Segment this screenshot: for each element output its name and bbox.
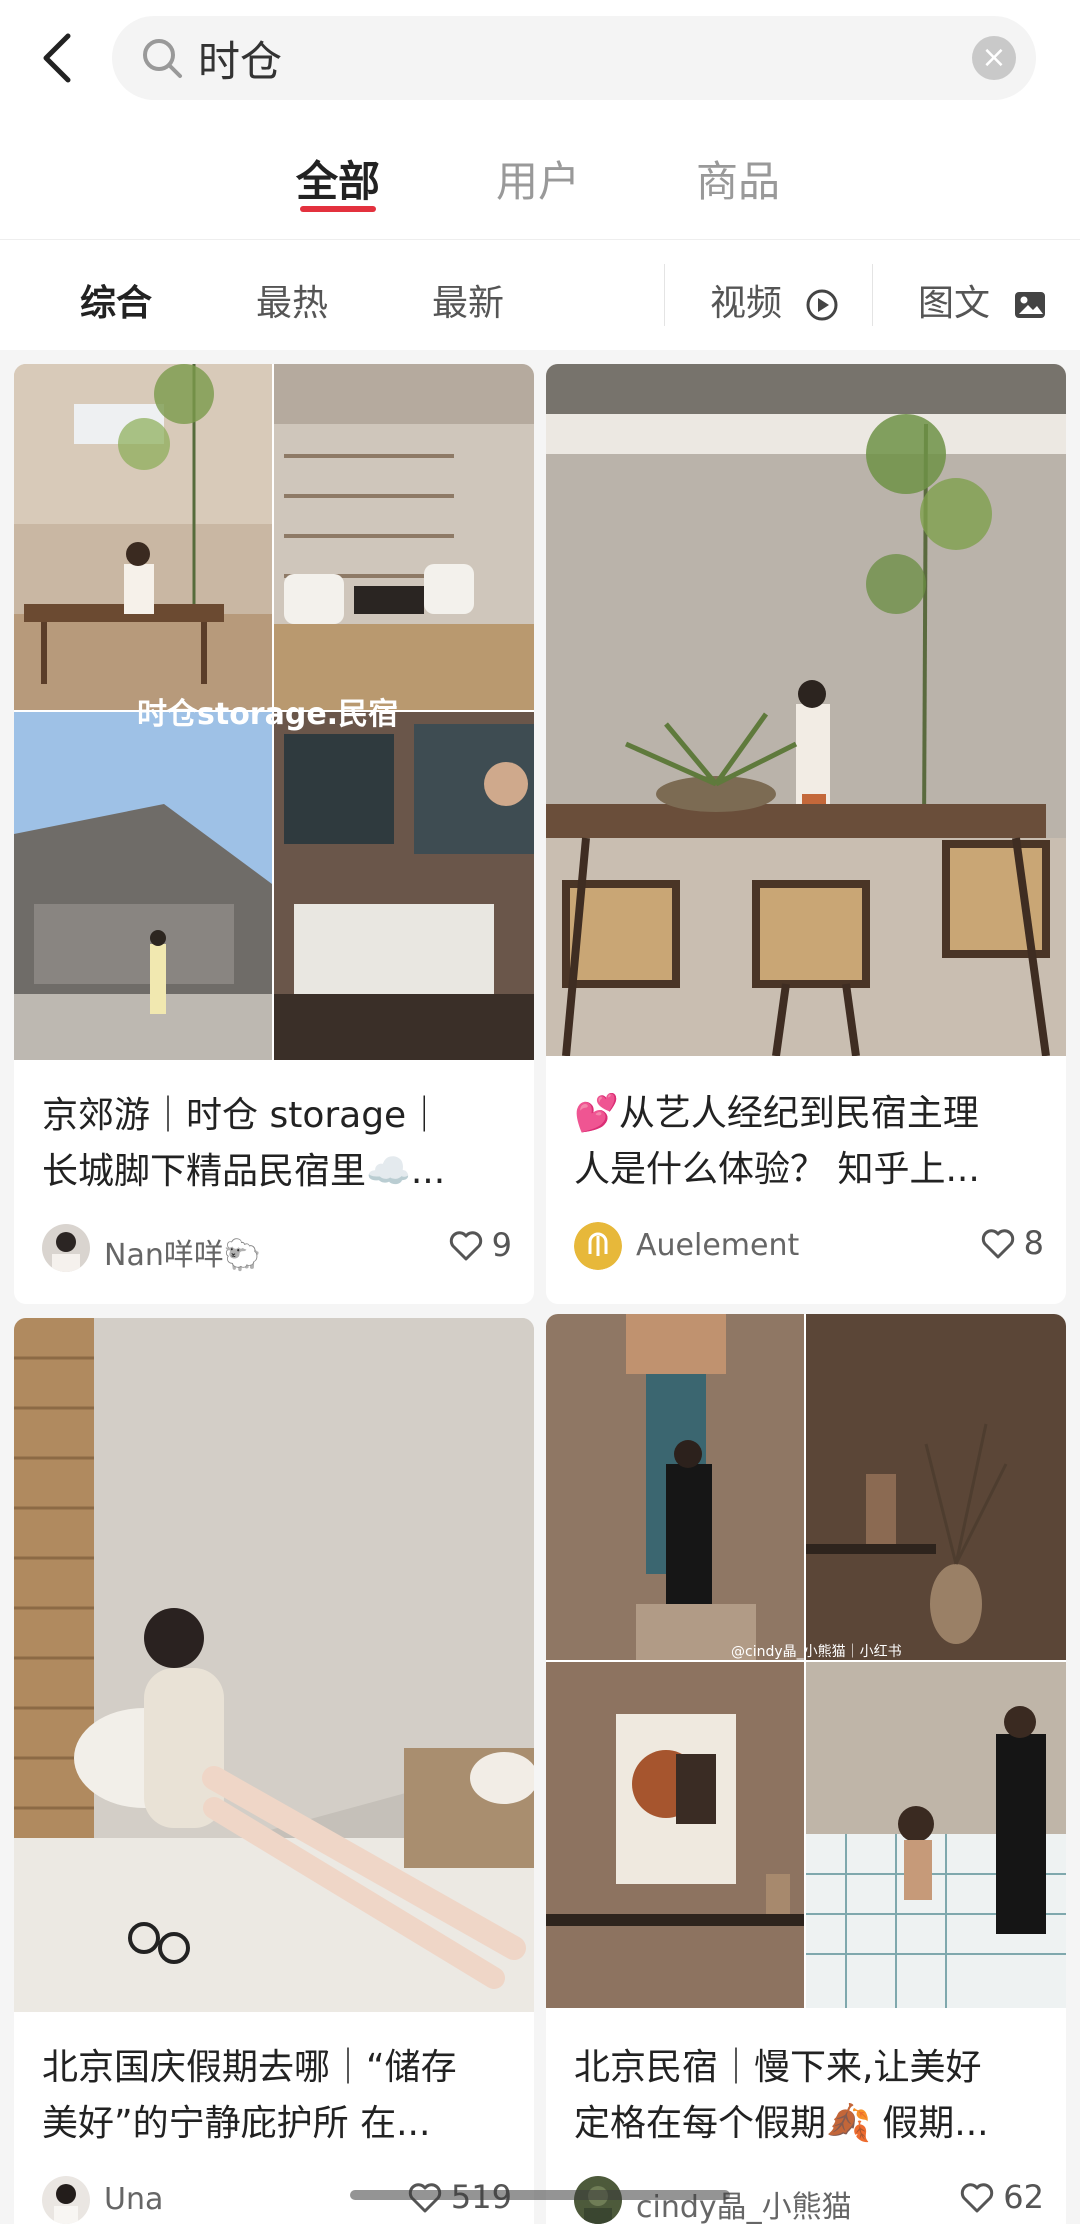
- note-title-line-2: 定格在每个假期🍂 假期...: [574, 2103, 989, 2144]
- note-card[interactable]: 时仓storage.民宿 京郊游｜时仓 storage｜ 长城脚下精品民宿里☁️…: [14, 364, 534, 1304]
- tab-products-label: 商品: [696, 157, 781, 206]
- note-cover-image[interactable]: 时仓storage.民宿: [14, 364, 534, 1060]
- note-cover-image[interactable]: [14, 1318, 534, 2012]
- image-caption: 时仓storage.民宿: [137, 697, 398, 732]
- heart-icon: [981, 1229, 1014, 1259]
- filter-newest[interactable]: 最新: [432, 274, 504, 326]
- note-title-line-2: 人是什么体验？ 知乎上...: [574, 1149, 980, 1190]
- image-icon: [1015, 292, 1046, 318]
- avatar[interactable]: [42, 2176, 90, 2224]
- author-name[interactable]: cindy晶_小熊猫: [636, 2182, 852, 2224]
- like-count: 62: [1003, 2178, 1044, 2216]
- note-meta: Una 519: [42, 2176, 512, 2224]
- active-tab-indicator: [300, 206, 377, 212]
- author-name[interactable]: Una: [104, 2182, 163, 2217]
- author-name[interactable]: Nan咩咩🐑: [104, 1230, 261, 1274]
- filter-divider: [872, 264, 873, 326]
- heart-icon: [449, 1231, 482, 1261]
- search-icon: [143, 39, 182, 78]
- filter-image-text-label: 图文: [918, 283, 991, 324]
- play-circle-icon: [806, 289, 838, 321]
- like-button[interactable]: 9: [448, 1226, 512, 1264]
- back-arrow-icon[interactable]: [36, 28, 80, 88]
- avatar[interactable]: [574, 1222, 622, 1270]
- top-bar: ×: [0, 0, 1080, 118]
- result-type-tabs: 全部 用户 商品: [0, 118, 1080, 240]
- author-name[interactable]: Auelement: [636, 1228, 799, 1263]
- note-title[interactable]: 💕从艺人经纪到民宿主理 人是什么体验？ 知乎上...: [574, 1086, 1044, 1198]
- filter-video-label: 视频: [710, 283, 783, 324]
- filter-image-text[interactable]: 图文: [918, 274, 1047, 326]
- note-title[interactable]: 北京国庆假期去哪｜“储存 美好”的宁静庇护所 在...: [42, 2040, 512, 2152]
- note-meta: cindy晶_小熊猫 62: [574, 2176, 1044, 2224]
- note-title-line-2: 长城脚下精品民宿里☁️...: [42, 1151, 446, 1192]
- like-button[interactable]: 8: [980, 1224, 1044, 1262]
- home-indicator[interactable]: [350, 2190, 730, 2200]
- heart-icon: [961, 2183, 994, 2213]
- note-title-line-1: 京郊游｜时仓 storage｜: [42, 1095, 443, 1136]
- note-meta: Nan咩咩🐑 9: [42, 1224, 512, 1274]
- image-caption: @cindy晶_小熊猫｜小红书: [731, 1644, 902, 1660]
- avatar[interactable]: [42, 1224, 90, 1272]
- avatar[interactable]: [574, 2176, 622, 2224]
- tab-all-label: 全部: [296, 157, 381, 206]
- filter-comprehensive[interactable]: 综合: [80, 274, 152, 326]
- search-input[interactable]: [198, 26, 958, 90]
- note-card[interactable]: @cindy晶_小熊猫｜小红书 北京民宿｜慢下来,让美好 定格在每个假期🍂 假期…: [546, 1314, 1066, 2224]
- note-cover-image[interactable]: [546, 364, 1066, 1056]
- note-cover-image[interactable]: @cindy晶_小熊猫｜小红书: [546, 1314, 1066, 2008]
- filter-divider: [664, 264, 665, 326]
- note-title-line-1: 北京国庆假期去哪｜“储存: [42, 2047, 457, 2088]
- like-button[interactable]: 62: [959, 2178, 1044, 2216]
- like-count: 9: [491, 1226, 512, 1264]
- tab-products[interactable]: 商品: [696, 148, 780, 209]
- search-bar[interactable]: ×: [112, 16, 1036, 100]
- note-card[interactable]: 北京国庆假期去哪｜“储存 美好”的宁静庇护所 在... Una 519: [14, 1318, 534, 2224]
- like-count: 8: [1023, 1224, 1044, 1262]
- tab-users-label: 用户: [496, 157, 581, 206]
- note-title[interactable]: 京郊游｜时仓 storage｜ 长城脚下精品民宿里☁️...: [42, 1088, 512, 1200]
- note-card[interactable]: 💕从艺人经纪到民宿主理 人是什么体验？ 知乎上... Auelement 8: [546, 364, 1066, 1304]
- note-title-line-1: 💕从艺人经纪到民宿主理: [574, 1093, 979, 1134]
- tab-users[interactable]: 用户: [496, 148, 580, 209]
- filter-hottest[interactable]: 最热: [256, 274, 328, 326]
- filter-bar: 综合 最热 最新 视频 图文: [0, 240, 1080, 350]
- note-title-line-2: 美好”的宁静庇护所 在...: [42, 2103, 431, 2144]
- clear-search-icon[interactable]: ×: [972, 36, 1016, 80]
- filter-video[interactable]: 视频: [710, 274, 839, 326]
- note-meta: Auelement 8: [574, 1222, 1044, 1272]
- note-title[interactable]: 北京民宿｜慢下来,让美好 定格在每个假期🍂 假期...: [574, 2040, 1044, 2152]
- tab-all[interactable]: 全部: [296, 148, 381, 212]
- note-title-line-1: 北京民宿｜慢下来,让美好: [574, 2047, 982, 2088]
